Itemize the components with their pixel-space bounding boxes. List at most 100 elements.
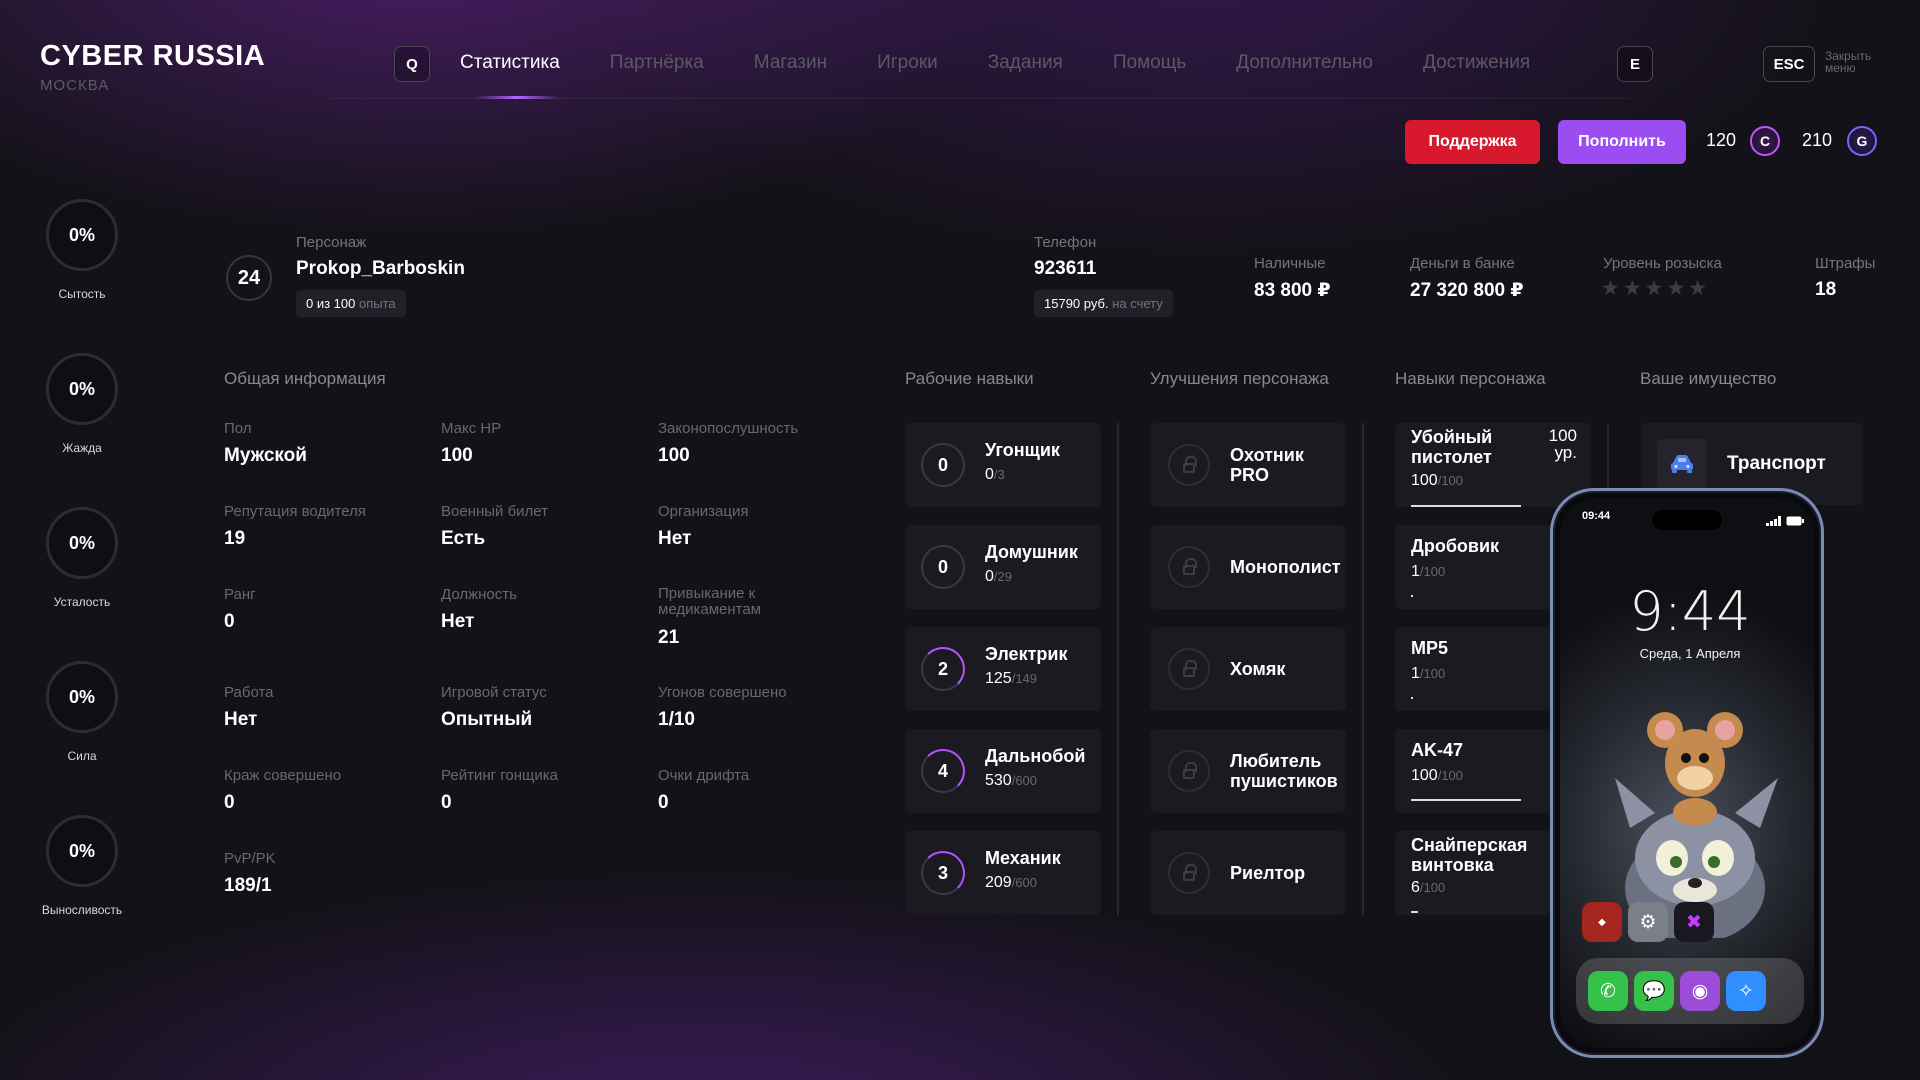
skill-progress: 0/29 — [985, 568, 1012, 585]
transport-label: Транспорт — [1727, 453, 1826, 474]
tab-statistics[interactable]: Статистика — [460, 52, 560, 74]
weapon-progress-bar — [1411, 595, 1413, 597]
weapon-name: Снайперская винтовка — [1411, 835, 1528, 875]
skill-name: Домушник — [985, 542, 1078, 562]
info-label: Работа — [224, 684, 274, 701]
info-value: 19 — [224, 528, 246, 549]
battery-icon — [1786, 513, 1804, 531]
work-skill-card[interactable]: 3 Механик 209/600 — [905, 831, 1101, 915]
skill-progress: 209/600 — [985, 874, 1038, 891]
safari-app-icon[interactable]: ✧ — [1726, 971, 1766, 1011]
character-skills-title: Навыки персонажа — [1395, 369, 1546, 388]
upgrade-card[interactable]: Любитель пушистиков — [1150, 729, 1346, 813]
tab-partner[interactable]: Партнёрка — [610, 52, 704, 74]
skill-progress: 125/149 — [985, 670, 1038, 687]
work-skill-card[interactable]: 4 Дальнобой 530/600 — [905, 729, 1101, 813]
skill-progress: 0/3 — [985, 466, 1005, 483]
info-label: Краж совершено — [224, 767, 342, 784]
topup-button[interactable]: Пополнить — [1558, 120, 1686, 164]
close-menu-button[interactable]: ESC — [1763, 46, 1815, 82]
info-label: PvP/PK — [224, 850, 276, 867]
skill-progress: 530/600 — [985, 772, 1038, 789]
weapon-progress: 1/100 — [1411, 563, 1446, 580]
tab-achievements[interactable]: Достижения — [1423, 52, 1530, 74]
weapon-name: AK-47 — [1411, 740, 1464, 760]
info-value: 189/1 — [224, 875, 272, 896]
skill-level-ring: 4 — [921, 749, 965, 793]
weapon-progress-bar — [1411, 799, 1521, 801]
upgrade-name: Хомяк — [1230, 659, 1286, 679]
phone-dynamic-island — [1652, 510, 1722, 530]
weapon-progress-bar — [1411, 697, 1413, 699]
info-value: 100 — [658, 445, 690, 466]
info-value: 21 — [658, 627, 680, 648]
casino-app-icon[interactable]: ◆ — [1582, 902, 1622, 942]
weapon-progress: 100/100 — [1411, 472, 1464, 489]
phone-app-icon[interactable]: ✆ — [1588, 971, 1628, 1011]
weapon-name: Убойный пистолет — [1411, 427, 1493, 467]
strength-label: Сила — [67, 749, 97, 763]
tab-tasks[interactable]: Задания — [988, 52, 1063, 74]
endurance-label: Выносливость — [41, 903, 123, 917]
column-divider — [1362, 423, 1364, 915]
work-skill-card[interactable]: 2 Электрик 125/149 — [905, 627, 1101, 711]
close-menu-label: Закрыть меню — [1825, 49, 1872, 75]
upgrade-name: Монополист — [1230, 557, 1341, 577]
info-value: 0 — [658, 792, 669, 813]
currency-c-icon: C — [1750, 126, 1780, 156]
podcasts-app-icon[interactable]: ◉ — [1680, 971, 1720, 1011]
info-label: Законопослушность — [658, 420, 799, 437]
thirst-meter: 0% — [46, 353, 118, 425]
work-skills-title: Рабочие навыки — [905, 369, 1034, 388]
info-label: Угонов совершено — [658, 684, 787, 701]
upgrade-card[interactable]: Хомяк — [1150, 627, 1346, 711]
upgrade-card[interactable]: Риелтор — [1150, 831, 1346, 915]
info-label: Рейтинг гонщика — [441, 767, 558, 784]
info-value: Опытный — [441, 709, 533, 730]
tab-shop[interactable]: Магазин — [754, 52, 827, 74]
info-value: Есть — [441, 528, 486, 549]
info-value: 0 — [224, 611, 235, 632]
main-nav: Статистика Партнёрка Магазин Игроки Зада… — [460, 52, 1530, 74]
weapon-progress: 6/100 — [1411, 879, 1446, 896]
satiety-label: Сытость — [58, 287, 106, 301]
tab-help[interactable]: Помощь — [1113, 52, 1186, 74]
work-skill-card[interactable]: 0 Домушник 0/29 — [905, 525, 1101, 609]
skill-level-ring: 3 — [921, 851, 965, 895]
car-icon — [1657, 439, 1707, 489]
upgrade-card[interactable]: Монополист — [1150, 525, 1346, 609]
upgrade-name: Охотник PRO — [1230, 445, 1304, 485]
weapon-skill-card[interactable]: Убойный пистолет 100 ур. 100/100 — [1395, 423, 1591, 507]
info-label: Организация — [658, 503, 749, 520]
property-title: Ваше имущество — [1640, 369, 1777, 388]
info-label: Очки дрифта — [658, 767, 750, 784]
info-label: Привыкание к медикаментам — [658, 585, 761, 618]
cash-label: Наличные — [1254, 255, 1326, 272]
info-value: Нет — [224, 709, 258, 730]
character-level: 24 — [226, 255, 272, 301]
skill-name: Механик — [985, 848, 1061, 868]
info-value: 1/10 — [658, 709, 695, 730]
next-tab-key[interactable]: E — [1617, 46, 1653, 82]
phone-widget[interactable]: 09:44 9:44 Среда, 1 Апреля ◆ ⚙ ✖ ✆ 💬 ◉ ✧ — [1550, 488, 1824, 1058]
fines-label: Штрафы — [1815, 255, 1876, 272]
skill-name: Угонщик — [985, 440, 1060, 460]
phone-label: Телефон — [1034, 234, 1097, 251]
fines-value: 18 — [1815, 279, 1837, 300]
phone-status-time: 09:44 — [1582, 510, 1611, 522]
support-button[interactable]: Поддержка — [1405, 120, 1540, 164]
tab-additional[interactable]: Дополнительно — [1236, 52, 1373, 74]
messages-app-icon[interactable]: 💬 — [1634, 971, 1674, 1011]
active-tab-indicator — [474, 96, 560, 99]
currency-g-icon: G — [1847, 126, 1877, 156]
game-app-icon[interactable]: ✖ — [1674, 902, 1714, 942]
prev-tab-key[interactable]: Q — [394, 46, 430, 82]
info-value: 0 — [441, 792, 452, 813]
character-name: Prokop_Barboskin — [296, 258, 465, 279]
tab-players[interactable]: Игроки — [877, 52, 938, 74]
lock-icon — [1168, 852, 1210, 894]
info-value: Нет — [658, 528, 692, 549]
upgrade-card[interactable]: Охотник PRO — [1150, 423, 1346, 507]
work-skill-card[interactable]: 0 Угонщик 0/3 — [905, 423, 1101, 507]
settings-app-icon[interactable]: ⚙ — [1628, 902, 1668, 942]
